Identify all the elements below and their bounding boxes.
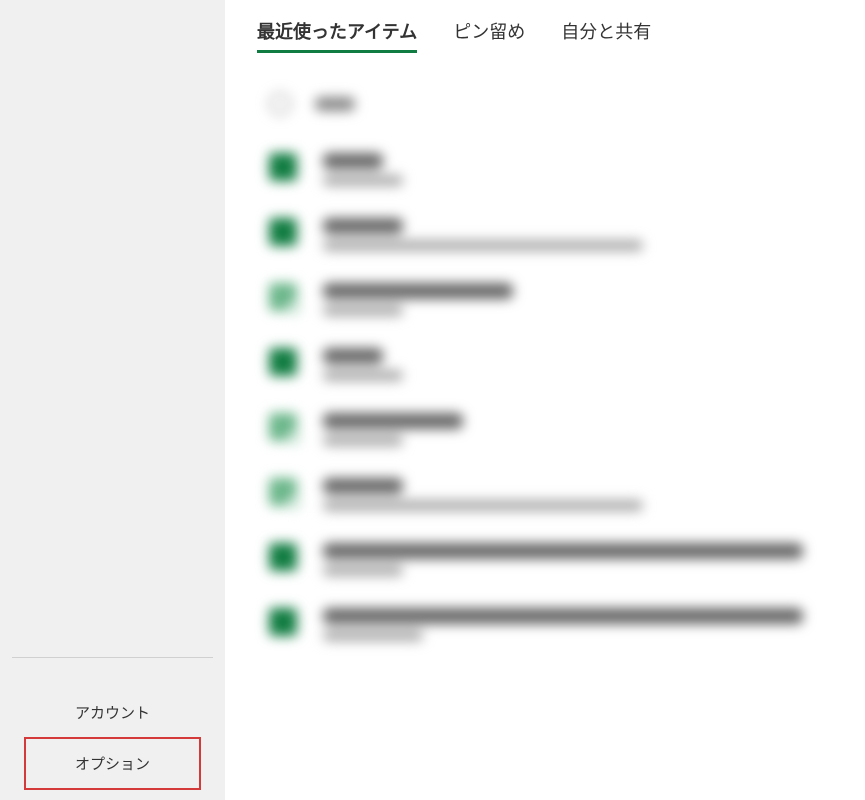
recent-file-list bbox=[257, 83, 841, 657]
file-list-item[interactable] bbox=[257, 527, 841, 592]
excel-file-icon bbox=[269, 218, 297, 246]
file-info bbox=[323, 543, 803, 576]
tab-shared[interactable]: 自分と共有 bbox=[561, 18, 651, 53]
file-header-label bbox=[315, 97, 355, 111]
file-title bbox=[323, 218, 403, 234]
file-header-icon bbox=[269, 93, 291, 115]
file-subtitle bbox=[323, 500, 643, 511]
file-list-header bbox=[257, 83, 841, 125]
excel-file-icon bbox=[269, 543, 297, 571]
sidebar-item-options[interactable]: オプション bbox=[24, 737, 201, 790]
file-list-item[interactable] bbox=[257, 202, 841, 267]
file-info bbox=[323, 218, 643, 251]
file-info bbox=[323, 478, 643, 511]
file-list-item[interactable] bbox=[257, 462, 841, 527]
file-title bbox=[323, 153, 383, 169]
file-list-item[interactable] bbox=[257, 397, 841, 462]
excel-file-icon bbox=[269, 478, 297, 506]
excel-file-icon bbox=[269, 283, 297, 311]
excel-file-icon bbox=[269, 608, 297, 636]
file-title bbox=[323, 413, 463, 429]
file-subtitle bbox=[323, 175, 403, 186]
sidebar-divider bbox=[12, 657, 213, 658]
excel-file-icon bbox=[269, 348, 297, 376]
file-title bbox=[323, 478, 403, 494]
tab-pinned[interactable]: ピン留め bbox=[453, 18, 525, 53]
file-subtitle bbox=[323, 370, 403, 381]
file-list-item[interactable] bbox=[257, 137, 841, 202]
tab-bar: 最近使ったアイテム ピン留め 自分と共有 bbox=[257, 18, 841, 53]
file-title bbox=[323, 543, 803, 559]
excel-file-icon bbox=[269, 153, 297, 181]
file-list-item[interactable] bbox=[257, 332, 841, 397]
file-info bbox=[323, 413, 463, 446]
tab-recent[interactable]: 最近使ったアイテム bbox=[257, 18, 417, 53]
file-subtitle bbox=[323, 630, 423, 641]
file-info bbox=[323, 283, 513, 316]
sidebar: アカウント オプション bbox=[0, 0, 225, 800]
file-title bbox=[323, 608, 803, 624]
file-info bbox=[323, 153, 403, 186]
file-title bbox=[323, 348, 383, 364]
file-subtitle bbox=[323, 305, 403, 316]
file-subtitle bbox=[323, 435, 403, 446]
file-list-item[interactable] bbox=[257, 267, 841, 332]
file-info bbox=[323, 608, 803, 641]
file-list-item[interactable] bbox=[257, 592, 841, 657]
excel-file-icon bbox=[269, 413, 297, 441]
sidebar-item-account[interactable]: アカウント bbox=[0, 688, 225, 737]
main-panel: 最近使ったアイテム ピン留め 自分と共有 bbox=[225, 0, 865, 800]
file-subtitle bbox=[323, 240, 643, 251]
file-info bbox=[323, 348, 403, 381]
file-title bbox=[323, 283, 513, 299]
file-subtitle bbox=[323, 565, 403, 576]
